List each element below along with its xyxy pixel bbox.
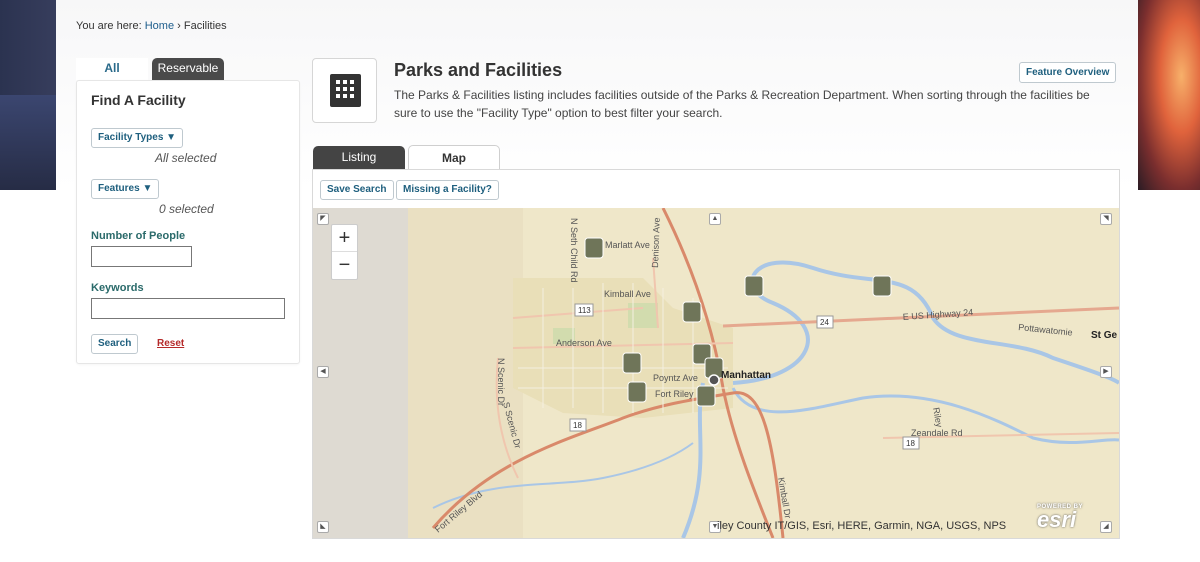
facility-marker[interactable] <box>872 275 892 297</box>
keywords-input[interactable] <box>91 298 285 319</box>
zoom-control: + − <box>331 224 358 280</box>
map-label-seth-child: N Seth Child Rd <box>569 218 579 283</box>
keywords-label: Keywords <box>91 282 144 294</box>
pan-left-icon[interactable]: ◀ <box>317 366 329 378</box>
pan-downright-icon[interactable]: ◢ <box>1100 521 1112 533</box>
pan-up-icon[interactable]: ▲ <box>709 213 721 225</box>
facility-marker[interactable] <box>627 381 647 403</box>
feature-overview-button[interactable]: Feature Overview <box>1019 62 1117 83</box>
facility-map[interactable]: Marlatt Ave Kimball Ave Anderson Ave Poy… <box>313 208 1119 538</box>
pan-upleft-icon[interactable]: ◤ <box>317 213 329 225</box>
map-label-pottawatomie: Pottawatomie <box>1018 322 1073 338</box>
breadcrumb-current: Facilities <box>183 20 227 32</box>
number-of-people-input[interactable] <box>91 246 192 267</box>
banner-lake-image <box>0 95 56 190</box>
pan-right-icon[interactable]: ▶ <box>1100 366 1112 378</box>
esri-logo: POWERED BY esri <box>1037 504 1084 532</box>
map-label-manhattan: Manhattan <box>721 370 771 381</box>
banner-sunset-image <box>1138 0 1200 190</box>
reset-link[interactable]: Reset <box>157 338 184 349</box>
facility-types-status: All selected <box>155 151 217 165</box>
features-dropdown[interactable]: Features ▼ <box>91 179 160 199</box>
facility-marker[interactable] <box>584 237 604 259</box>
pan-downleft-icon[interactable]: ◣ <box>317 521 329 533</box>
route-shield-113: 113 <box>578 306 591 315</box>
find-facility-title: Find A Facility <box>91 92 186 108</box>
pan-upright-icon[interactable]: ◥ <box>1100 213 1112 225</box>
building-icon <box>330 74 361 107</box>
page-description: The Parks & Facilities listing includes … <box>394 88 1090 120</box>
map-attribution: iley County IT/GIS, Esri, HERE, Garmin, … <box>717 520 1007 532</box>
facility-marker[interactable] <box>622 352 642 374</box>
tab-listing[interactable]: Listing <box>313 146 405 169</box>
missing-facility-button[interactable]: Missing a Facility? <box>396 180 499 200</box>
tab-all[interactable]: All <box>76 58 148 80</box>
save-search-button[interactable]: Save Search <box>320 180 394 200</box>
facility-marker[interactable] <box>682 301 702 323</box>
map-label-denison: Denison Ave <box>650 217 662 268</box>
map-label-poyntz: Poyntz Ave <box>653 373 698 383</box>
facility-marker[interactable] <box>744 275 764 297</box>
map-label-hwy24: E US Highway 24 <box>902 307 973 322</box>
facility-types-dropdown[interactable]: Facility Types ▼ <box>91 128 184 148</box>
route-shield-18a: 18 <box>573 421 582 430</box>
map-canvas: Marlatt Ave Kimball Ave Anderson Ave Poy… <box>313 208 1119 538</box>
tab-reservable[interactable]: Reservable <box>152 58 224 80</box>
search-button[interactable]: Search <box>91 334 139 354</box>
location-pin-icon <box>708 374 720 386</box>
map-label-st-george: St Ge <box>1091 330 1118 341</box>
features-status: 0 selected <box>159 202 214 216</box>
map-label-scenic: N Scenic Dr <box>496 358 506 406</box>
tab-map[interactable]: Map <box>408 145 500 170</box>
facility-marker[interactable] <box>696 385 716 407</box>
breadcrumb-home-link[interactable]: Home <box>145 20 174 32</box>
map-label-anderson: Anderson Ave <box>556 338 612 348</box>
map-label-kimball: Kimball Ave <box>604 289 651 299</box>
page-title: Parks and Facilities <box>394 60 563 80</box>
page-content: You are here: Home › Facilities All Rese… <box>56 0 1138 562</box>
find-facility-panel: Find A Facility Facility Types ▼ All sel… <box>76 80 300 364</box>
map-label-marlatt: Marlatt Ave <box>605 240 650 250</box>
map-label-riley: Riley <box>931 407 944 429</box>
route-shield-24: 24 <box>820 318 829 327</box>
breadcrumb: You are here: Home › Facilities <box>76 20 227 32</box>
map-label-fort-riley: Fort Riley <box>655 389 694 399</box>
route-shield-18b: 18 <box>906 439 915 448</box>
zoom-in-button[interactable]: + <box>332 225 357 252</box>
number-of-people-label: Number of People <box>91 230 186 242</box>
facility-icon-box <box>312 58 377 123</box>
zoom-out-button[interactable]: − <box>332 252 357 279</box>
